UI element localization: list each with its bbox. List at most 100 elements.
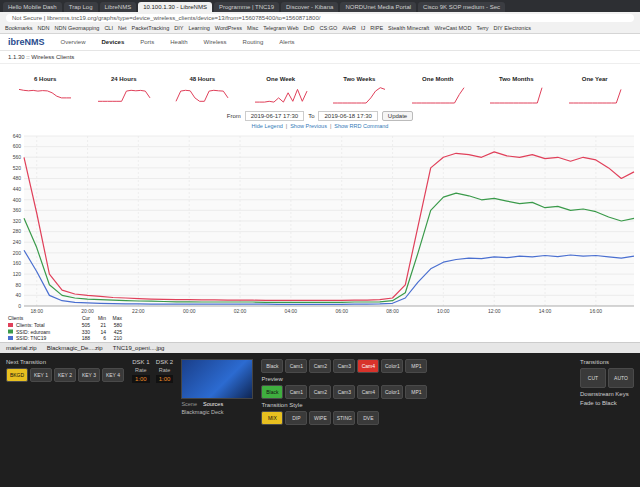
url-field[interactable]: Not Secure | librenms.tnc19.org/graphs/t… <box>6 14 634 22</box>
nav-item[interactable]: Alerts <box>279 39 294 45</box>
from-field[interactable]: 2019-06-17 17:30 <box>245 111 304 121</box>
preview-button[interactable]: MP1 <box>405 385 427 399</box>
program-button[interactable]: Color1 <box>381 359 403 373</box>
bookmark[interactable]: RIPE <box>370 25 383 31</box>
download-item[interactable]: material.zip <box>6 345 37 351</box>
program-button[interactable]: Cam4 <box>357 359 379 373</box>
bookmark[interactable]: Misc <box>247 25 258 31</box>
bookmark[interactable]: WordPress <box>215 25 242 31</box>
preview-button[interactable]: Cam4 <box>357 385 379 399</box>
x-tick: 10:00 <box>437 308 450 314</box>
program-button[interactable]: Cam2 <box>309 359 331 373</box>
download-item[interactable]: Blackmagic_De....zip <box>47 345 103 351</box>
bookmark[interactable]: IJ <box>361 25 365 31</box>
y-tick: 280 <box>13 228 22 234</box>
preview-button[interactable]: Cam2 <box>309 385 331 399</box>
browser-tab-bar: Hello Mobile DashTrap LogLibreNMS10.100.… <box>0 0 640 12</box>
next-transition-button[interactable]: KEY 3 <box>78 368 100 382</box>
nav-item[interactable]: Routing <box>243 39 264 45</box>
graph-thumbnail[interactable]: One Week <box>242 76 321 105</box>
next-transition-button[interactable]: KEY 1 <box>30 368 52 382</box>
graph-thumbnail[interactable]: 24 Hours <box>85 76 164 105</box>
browser-tab[interactable]: Programme | TNC19 <box>214 2 279 12</box>
bookmark[interactable]: DIY Electronics <box>494 25 532 31</box>
browser-tab[interactable]: 10.100.1.30 - LibreNMS <box>138 2 212 12</box>
bookmark[interactable]: WireCast MOD <box>434 25 471 31</box>
nav-item[interactable]: Ports <box>140 39 154 45</box>
transition-buttons: CUTAUTO <box>580 368 634 388</box>
bookmark[interactable]: NDN <box>38 25 50 31</box>
nav-item[interactable]: Wireless <box>204 39 227 45</box>
media-source[interactable]: Blackmagic Deck <box>181 409 223 415</box>
transition-style-button[interactable]: DIP <box>285 411 307 425</box>
next-transition-button[interactable]: KEY 2 <box>54 368 76 382</box>
next-transition-button[interactable]: KEY 4 <box>102 368 124 382</box>
grid-line <box>24 306 634 307</box>
legend-cur: 330 <box>82 329 91 335</box>
bookmark[interactable]: AVeR <box>342 25 356 31</box>
graph-thumbnail[interactable]: One Year <box>556 76 635 105</box>
media-tab[interactable]: Sources <box>203 401 223 407</box>
bookmark[interactable]: Net <box>118 25 127 31</box>
preview-button[interactable]: Cam3 <box>333 385 355 399</box>
transition-button[interactable]: AUTO <box>608 368 634 388</box>
transition-button[interactable]: CUT <box>580 368 606 388</box>
bookmark[interactable]: Stealth Minecraft <box>388 25 429 31</box>
bookmark[interactable]: CLI <box>104 25 113 31</box>
preview-button[interactable]: Cam1 <box>285 385 307 399</box>
thumbnail-label: 48 Hours <box>189 76 215 82</box>
graph-thumbnail[interactable]: Two Weeks <box>320 76 399 105</box>
bookmark[interactable]: Terry <box>476 25 488 31</box>
bookmark[interactable]: Learning <box>188 25 209 31</box>
bookmark[interactable]: Telegram Web <box>263 25 298 31</box>
browser-tab[interactable]: Trap Log <box>64 2 98 12</box>
nav-item[interactable]: Devices <box>102 39 125 45</box>
nav-item[interactable]: Health <box>170 39 187 45</box>
separator: | <box>286 123 287 129</box>
browser-tab[interactable]: Discover - Kibana <box>281 2 338 12</box>
preview-button[interactable]: Black <box>261 385 283 399</box>
thumbnail-line <box>490 88 542 103</box>
program-button[interactable]: Cam1 <box>285 359 307 373</box>
graph-link[interactable]: Hide Legend <box>252 123 283 129</box>
bookmark[interactable]: DIY <box>174 25 183 31</box>
logo[interactable]: ibreNMS <box>8 37 45 47</box>
legend-name: Clients: Total <box>16 322 45 328</box>
to-field[interactable]: 2019-06-18 17:30 <box>318 111 377 121</box>
bookmark[interactable]: Bookmarks <box>5 25 33 31</box>
browser-tab[interactable]: NORDUnet Media Portal <box>340 2 416 12</box>
thumbnail-line <box>19 89 71 98</box>
preview-button[interactable]: Color1 <box>381 385 403 399</box>
rate-value[interactable]: 1:00 <box>156 375 174 383</box>
transition-style-button[interactable]: MIX <box>261 411 283 425</box>
graph-link[interactable]: Show RRD Command <box>334 123 388 129</box>
bookmark[interactable]: DnD <box>304 25 315 31</box>
program-button[interactable]: Black <box>261 359 283 373</box>
transition-style-button[interactable]: STING <box>333 411 355 425</box>
grid-line <box>595 136 596 306</box>
rate-value[interactable]: 1:00 <box>132 375 150 383</box>
program-button[interactable]: Cam3 <box>333 359 355 373</box>
update-button[interactable]: Update <box>382 111 413 121</box>
grid-line <box>24 252 634 253</box>
browser-tab[interactable]: Cisco 9K SOP medium - Sec <box>418 2 505 12</box>
bookmark[interactable]: CS:GO <box>320 25 338 31</box>
media-tab[interactable]: Scene <box>181 401 197 407</box>
graph-thumbnail[interactable]: 48 Hours <box>163 76 242 105</box>
browser-tab[interactable]: LibreNMS <box>100 2 137 12</box>
download-item[interactable]: TNC19_openi....jpg <box>113 345 165 351</box>
bookmark[interactable]: NDN Geomapping <box>54 25 99 31</box>
nav-item[interactable]: Overview <box>61 39 86 45</box>
next-transition-button[interactable]: BKGD <box>6 368 28 382</box>
program-button[interactable]: MP1 <box>405 359 427 373</box>
bookmark[interactable]: PacketTracking <box>132 25 170 31</box>
graph-thumbnail[interactable]: Two Months <box>477 76 556 105</box>
transition-style-button[interactable]: DVE <box>357 411 379 425</box>
bookmarks-bar: Bookmarks NDN NDN Geomapping CLI Net PacketTr… <box>0 24 640 34</box>
graph-thumbnail[interactable]: One Month <box>399 76 478 105</box>
graph-thumbnail[interactable]: 6 Hours <box>6 76 85 105</box>
browser-tab[interactable]: Hello Mobile Dash <box>3 2 62 12</box>
graph-link[interactable]: Show Previous <box>290 123 327 129</box>
app-navbar: ibreNMS Overview Devices Ports Health Wirele… <box>0 34 640 51</box>
transition-style-button[interactable]: WIPE <box>309 411 331 425</box>
